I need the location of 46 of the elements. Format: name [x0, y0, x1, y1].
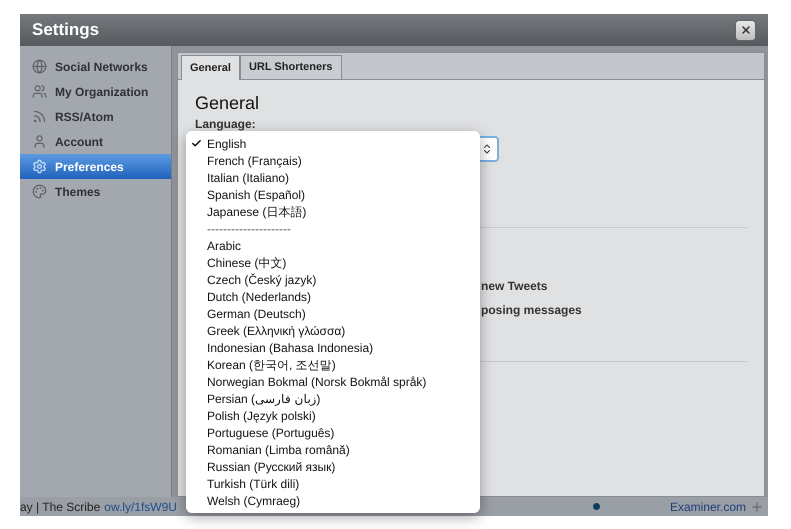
globe-icon: [32, 59, 47, 74]
menu-option[interactable]: Japanese (日本語): [186, 203, 480, 220]
option-text: new Tweets: [481, 278, 548, 295]
menu-option[interactable]: Portuguese (Português): [186, 424, 480, 441]
menu-option[interactable]: Turkish (Türk dili): [186, 475, 480, 492]
sidebar-item[interactable]: Preferences: [20, 154, 171, 179]
tweet-text: ay | The Scribe: [20, 498, 100, 516]
menu-option[interactable]: Chinese (中文): [186, 254, 480, 271]
menu-option[interactable]: English: [186, 135, 480, 152]
menu-option[interactable]: Norwegian Bokmal (Norsk Bokmål språk): [186, 373, 480, 390]
menu-option[interactable]: Welsh (Cymraeg): [186, 492, 480, 509]
close-icon: [740, 24, 752, 36]
people-icon: [32, 84, 47, 99]
field-label: Language:: [195, 116, 257, 133]
menu-option[interactable]: Persian (زبان فارسی): [186, 390, 480, 407]
menu-option[interactable]: Romanian (Limba română): [186, 441, 480, 458]
rss-icon: [32, 109, 47, 124]
menu-option[interactable]: Czech (Český jazyk): [186, 271, 480, 288]
person-icon: [32, 134, 47, 149]
sidebar-item[interactable]: Themes: [20, 179, 171, 204]
menu-separator: ---------------------: [207, 220, 291, 238]
tab[interactable]: URL Shorteners: [240, 55, 342, 79]
menu-option[interactable]: Italian (Italiano): [186, 169, 480, 186]
tab[interactable]: General: [181, 55, 240, 80]
select-arrows-icon: [481, 143, 493, 155]
option-text: posing messages: [481, 302, 583, 319]
menu-option[interactable]: Arabic: [186, 237, 480, 254]
sidebar-item[interactable]: Account: [20, 129, 171, 154]
menu-option[interactable]: Russian (Русский язык): [186, 458, 480, 475]
sidebar-item[interactable]: RSS/Atom: [20, 104, 171, 129]
sidebar-item[interactable]: Social Networks: [20, 54, 171, 79]
menu-option[interactable]: Dutch (Nederlands): [186, 288, 480, 305]
menu-option[interactable]: Greek (Ελληνική γλώσσα): [186, 322, 480, 339]
sidebar-item[interactable]: My Organization: [20, 79, 171, 104]
menu-option[interactable]: Polish (Język polski): [186, 407, 480, 424]
window-title: Settings: [32, 19, 100, 42]
palette-icon: [32, 184, 47, 199]
menu-option[interactable]: Korean (한국어, 조선말): [186, 356, 480, 373]
gear-icon: [32, 159, 47, 174]
column-title[interactable]: Examiner.com: [670, 498, 746, 516]
menu-option[interactable]: French (Français): [186, 152, 480, 169]
menu-option[interactable]: German (Deutsch): [186, 305, 480, 322]
section-heading: General: [195, 92, 260, 114]
menu-option[interactable]: Indonesian (Bahasa Indonesia): [186, 339, 480, 356]
close-button[interactable]: [735, 20, 756, 40]
menu-option[interactable]: Spanish (Español): [186, 186, 480, 203]
